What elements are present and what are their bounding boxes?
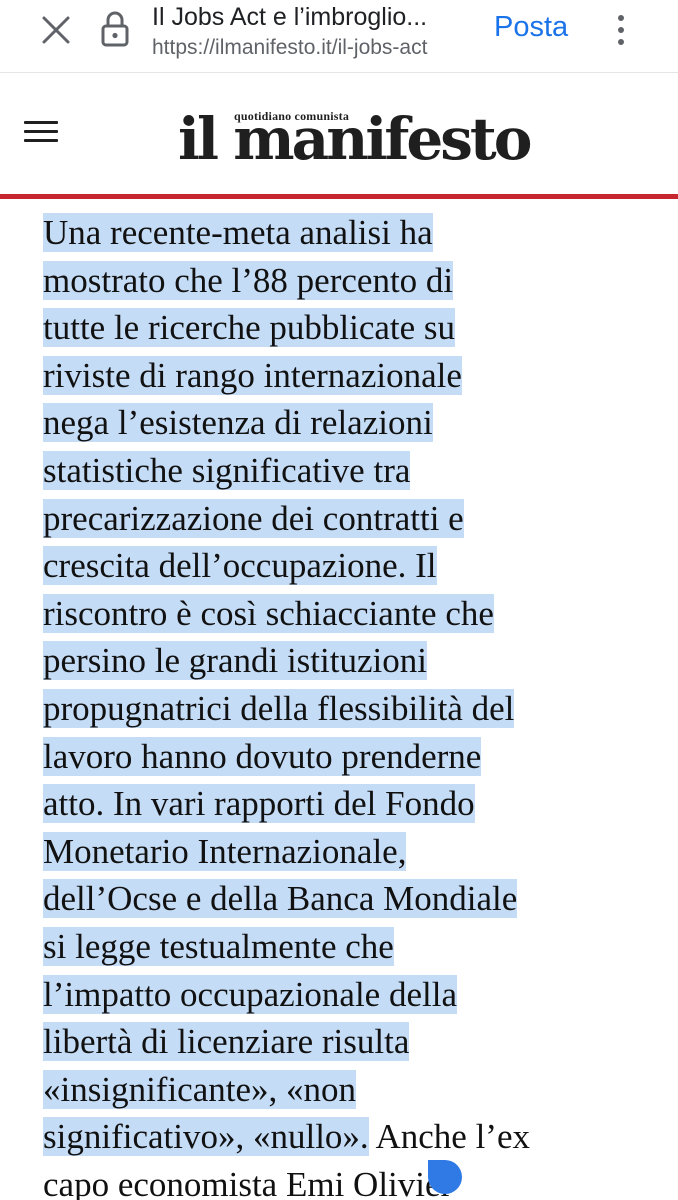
close-button[interactable] xyxy=(34,8,78,52)
site-logo[interactable]: quotidiano comunista il manifesto xyxy=(178,89,532,189)
article-body: Una recente-meta analisi ha mostrato che… xyxy=(0,199,678,1200)
posta-button[interactable]: Posta xyxy=(494,8,568,46)
lock-icon xyxy=(101,11,129,47)
selection-handle[interactable] xyxy=(428,1160,462,1194)
close-icon xyxy=(42,16,70,44)
selected-text[interactable]: Una recente-meta analisi ha mostrato che… xyxy=(43,213,518,1157)
site-header: quotidiano comunista il manifesto xyxy=(0,73,678,194)
article-paragraph[interactable]: Una recente-meta analisi ha mostrato che… xyxy=(43,209,643,1200)
page-url: https://ilmanifesto.it/il-jobs-act xyxy=(152,36,428,59)
hamburger-menu-button[interactable] xyxy=(22,115,62,147)
address-bar[interactable]: Il Jobs Act e l’imbroglio... https://ilm… xyxy=(152,2,474,66)
logo-wordmark: il manifesto xyxy=(178,105,532,173)
more-vert-icon xyxy=(618,15,624,21)
more-options-button[interactable] xyxy=(604,10,638,50)
hamburger-icon xyxy=(24,121,58,124)
page-title: Il Jobs Act e l’imbroglio... xyxy=(152,3,428,31)
browser-top-bar: Il Jobs Act e l’imbroglio... https://ilm… xyxy=(0,0,678,73)
